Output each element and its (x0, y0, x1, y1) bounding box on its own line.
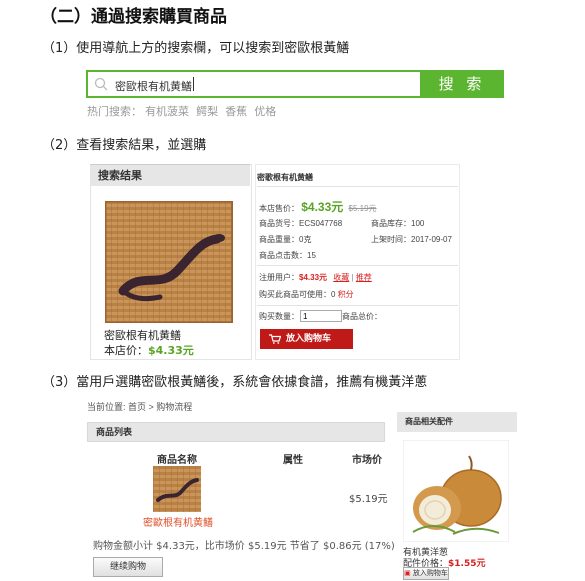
cart-item-image[interactable] (153, 466, 201, 512)
related-add-label: 放入购物车 (412, 569, 448, 577)
clicks-value: 15 (307, 251, 316, 260)
hot-search-item[interactable]: 优格 (254, 106, 276, 118)
detail-title: 密歌根有机黄鳝 (257, 173, 313, 182)
hot-search-item[interactable]: 鳄梨 (196, 106, 218, 118)
divider (257, 265, 458, 266)
hot-search-item[interactable]: 香蕉 (225, 106, 247, 118)
quantity-input[interactable] (300, 310, 342, 322)
stock-row: 商品库存：100 (371, 218, 424, 229)
listed-value: 2017-09-07 (411, 235, 452, 244)
weight-row: 商品重量：0克 (259, 234, 311, 245)
related-header: 商品相关配件 (397, 412, 517, 432)
cart-summary: 购物金额小计 $4.33元，比市场价 $5.19元 节省了 $0.86元 (17… (93, 541, 395, 552)
qty-label: 购买数量： (259, 312, 299, 321)
section-title: （二）通過搜索購買商品 (40, 7, 227, 27)
sku-label: 商品货号： (259, 219, 299, 228)
related-product-image[interactable] (403, 440, 509, 542)
clicks-row: 商品点击数：15 (259, 250, 316, 261)
product-image[interactable] (105, 201, 233, 323)
hot-search-item[interactable]: 有机菠菜 (145, 106, 189, 118)
stock-value: 100 (411, 219, 425, 228)
points-label: 购买此商品可使用： (259, 290, 331, 299)
step-2-text: （2）查看搜索結果，並選購 (42, 138, 207, 153)
continue-shopping-button[interactable]: 继续购物 (93, 557, 163, 577)
shop-price-label: 本店售价： (259, 204, 299, 213)
step-1-text: （1）使用導航上方的搜索欄，可以搜索到密歐根黃鱔 (42, 41, 350, 56)
cart-item-market-price: $5.19元 (349, 494, 388, 505)
favorite-link[interactable]: 收藏 (333, 273, 349, 282)
sku-value: ECS047768 (299, 219, 343, 228)
shop-price: $4.33元 (301, 200, 344, 214)
add-to-cart-button[interactable]: 放入购物车 (260, 329, 353, 349)
clicks-label: 商品点击数： (259, 251, 307, 260)
text-cursor (193, 77, 194, 91)
search-result-header: 搜索结果 (90, 164, 250, 186)
market-price: $5.19元 (348, 204, 377, 213)
shop-price-row: 本店售价： $4.33元 $5.19元 (259, 198, 377, 215)
member-price: $4.33元 (299, 273, 328, 282)
add-to-cart-label: 放入购物车 (286, 334, 332, 344)
points-row: 购买此商品可使用：0 积分 (259, 289, 354, 300)
cart-icon: ▣ (404, 569, 411, 577)
search-button[interactable]: 搜 索 (420, 70, 504, 98)
member-price-row: 注册用户：$4.33元 收藏 | 推荐 (259, 273, 372, 282)
member-price-label: 注册用户： (259, 273, 299, 282)
result-price: $4.33元 (148, 344, 194, 357)
col-product-name: 商品名称 (157, 455, 197, 466)
search-value: 密歐根有机黄鱔 (115, 80, 192, 93)
col-market-price: 市场价 (352, 455, 382, 466)
divider (257, 186, 458, 187)
result-price-row: 本店价：$4.33元 (104, 342, 194, 358)
breadcrumb: 当前位置: 首页 > 购物流程 (87, 402, 193, 412)
divider (257, 305, 458, 306)
recommend-link[interactable]: 推荐 (356, 273, 372, 282)
related-add-to-cart-button[interactable]: ▣ 放入购物车 (403, 567, 449, 580)
result-product-name[interactable]: 密歐根有机黄鳝 (104, 327, 181, 343)
total-label: 商品总价： (342, 312, 382, 321)
hot-search-row: 热门搜索： 有机菠菜 鳄梨 香蕉 优格 (87, 103, 276, 119)
sku-row: 商品货号：ECS047768 (259, 218, 342, 229)
cart-item-name[interactable]: 密歐根有机黄鳝 (143, 514, 213, 529)
points-value: 0 (331, 290, 336, 299)
product-list-header: 商品列表 (87, 422, 385, 442)
stock-label: 商品库存： (371, 219, 411, 228)
cart-icon (269, 334, 281, 344)
listed-row: 上架时间：2017-09-07 (371, 234, 452, 245)
hot-search-label: 热门搜索： (87, 106, 142, 118)
result-price-label: 本店价： (104, 344, 148, 357)
step-3-text: （3）當用戶選購密歐根黃鱔後，系統會依據食譜，推薦有機黃洋蔥 (42, 375, 428, 390)
weight-value: 0克 (299, 235, 312, 244)
search-icon (94, 77, 108, 91)
weight-label: 商品重量： (259, 235, 299, 244)
related-price: $1.55元 (448, 559, 486, 569)
listed-label: 上架时间： (371, 235, 411, 244)
points-unit: 积分 (337, 290, 354, 299)
col-attribute: 属性 (283, 455, 303, 466)
